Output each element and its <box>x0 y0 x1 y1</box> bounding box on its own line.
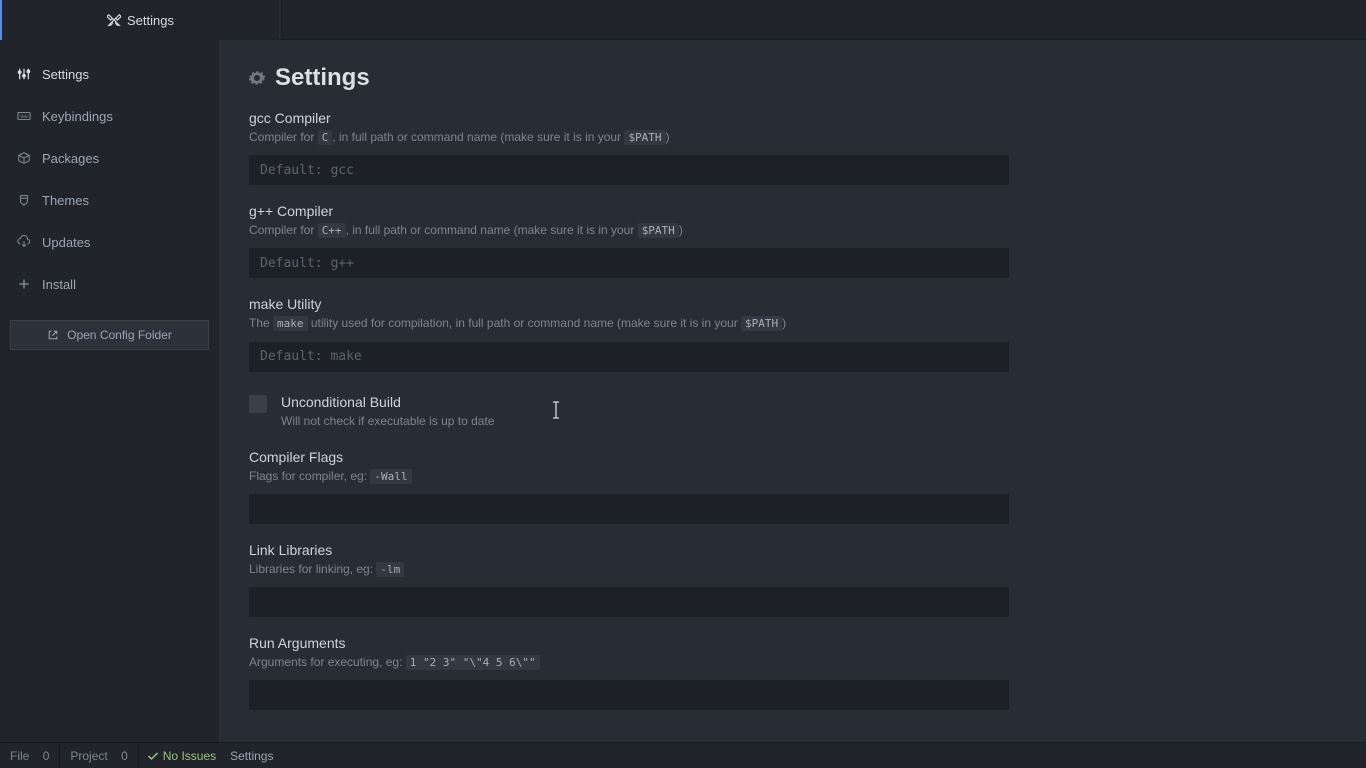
tab-bar-empty <box>281 0 1366 39</box>
compiler-flags-input[interactable] <box>249 494 1009 524</box>
status-file[interactable]: File 0 <box>0 743 60 768</box>
keyboard-icon <box>16 108 32 124</box>
gcc-compiler-input[interactable] <box>249 155 1009 185</box>
setting-desc-unconditional: Will not check if executable is up to da… <box>281 412 494 431</box>
sidebar-item-packages[interactable]: Packages <box>10 140 209 176</box>
settings-content: Settings gcc Compiler Compiler for C, in… <box>219 40 1366 742</box>
gear-icon <box>249 70 265 86</box>
setting-desc-cflags: Flags for compiler, eg: -Wall <box>249 467 1009 486</box>
settings-sidebar: Settings Keybindings Packages Themes Upd… <box>0 40 219 742</box>
sidebar-item-themes[interactable]: Themes <box>10 182 209 218</box>
config-button-label: Open Config Folder <box>67 328 172 342</box>
sidebar-item-updates[interactable]: Updates <box>10 224 209 260</box>
tab-label: Settings <box>127 13 174 28</box>
plus-icon <box>16 276 32 292</box>
sidebar-item-label: Keybindings <box>42 109 113 124</box>
setting-title-gcc: gcc Compiler <box>249 110 1009 126</box>
sidebar-item-label: Updates <box>42 235 90 250</box>
setting-desc-libs: Libraries for linking, eg: -lm <box>249 560 1009 579</box>
setting-title-gpp: g++ Compiler <box>249 203 1009 219</box>
sidebar-item-keybindings[interactable]: Keybindings <box>10 98 209 134</box>
sidebar-item-label: Packages <box>42 151 99 166</box>
sidebar-item-label: Settings <box>42 67 89 82</box>
make-utility-input[interactable] <box>249 342 1009 372</box>
unconditional-build-checkbox[interactable] <box>249 395 267 413</box>
status-no-issues[interactable]: No Issues <box>139 749 224 763</box>
setting-title-cflags: Compiler Flags <box>249 449 1009 465</box>
tools-icon <box>107 13 121 27</box>
link-external-icon <box>47 329 59 341</box>
gpp-compiler-input[interactable] <box>249 248 1009 278</box>
setting-desc-runargs: Arguments for executing, eg: 1 "2 3" "\"… <box>249 653 1009 672</box>
status-bar: File 0 Project 0 No Issues Settings <box>0 742 1366 768</box>
sliders-icon <box>16 66 32 82</box>
check-icon <box>147 750 159 762</box>
status-project[interactable]: Project 0 <box>60 743 138 768</box>
sidebar-item-label: Install <box>42 277 76 292</box>
page-title: Settings <box>275 64 370 92</box>
sidebar-item-settings[interactable]: Settings <box>10 56 209 92</box>
setting-desc-make: The make utility used for compilation, i… <box>249 314 1009 333</box>
package-icon <box>16 150 32 166</box>
setting-title-runargs: Run Arguments <box>249 635 1009 651</box>
setting-title-libs: Link Libraries <box>249 542 1009 558</box>
sidebar-item-install[interactable]: Install <box>10 266 209 302</box>
sidebar-item-label: Themes <box>42 193 89 208</box>
setting-desc-gpp: Compiler for C++, in full path or comman… <box>249 221 1009 240</box>
run-arguments-input[interactable] <box>249 680 1009 710</box>
cloud-download-icon <box>16 234 32 250</box>
setting-title-unconditional: Unconditional Build <box>281 394 494 410</box>
setting-title-make: make Utility <box>249 296 1009 312</box>
tab-settings[interactable]: Settings <box>0 0 279 40</box>
link-libraries-input[interactable] <box>249 587 1009 617</box>
setting-desc-gcc: Compiler for C, in full path or command … <box>249 128 1009 147</box>
open-config-folder-button[interactable]: Open Config Folder <box>10 320 209 350</box>
status-page: Settings <box>224 749 279 763</box>
paintcan-icon <box>16 192 32 208</box>
